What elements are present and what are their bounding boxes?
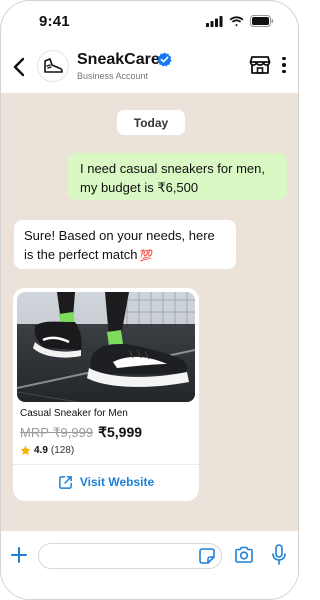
business-name[interactable]: SneakCare [77,51,160,69]
attach-button[interactable] [9,545,29,565]
outgoing-message-line2: my budget is ₹6,500 [80,179,199,195]
price-row: MRP ₹9,999 ₹5,999 [20,424,142,441]
sale-price: ₹5,999 [98,424,143,440]
incoming-message-line1: Sure! Based on your needs, here [24,228,215,243]
date-chip: Today [117,110,185,135]
business-subtitle: Business Account [77,71,149,81]
sticker-icon [199,548,215,564]
visit-website-button[interactable]: Visit Website [13,465,199,499]
plus-icon [11,547,27,563]
business-avatar[interactable] [37,50,69,82]
message-input[interactable] [38,543,222,569]
product-image[interactable] [17,292,195,402]
input-bar [1,531,298,599]
incoming-message[interactable]: Sure! Based on your needs, here is the p… [14,220,236,269]
status-bar: 9:41 [1,1,298,43]
more-vertical-icon [282,56,286,61]
mrp-price: MRP ₹9,999 [20,425,94,440]
chat-area[interactable]: Today I need casual sneakers for men, my… [1,93,298,531]
back-arrow-icon [13,57,25,77]
visit-website-label: Visit Website [79,475,155,489]
sneaker-logo-icon [44,58,63,73]
product-card[interactable]: Casual Sneaker for Men MRP ₹9,999 ₹5,999… [13,288,199,501]
sneaker-photo [17,292,195,402]
store-button[interactable] [249,54,271,76]
outgoing-message[interactable]: I need casual sneakers for men, my budge… [68,153,287,200]
product-title: Casual Sneaker for Men [20,408,128,419]
store-icon [249,56,271,74]
sticker-button[interactable] [198,547,216,565]
camera-icon [235,546,253,563]
status-icons [206,15,274,27]
outgoing-message-line1: I need casual sneakers for men, [80,161,265,176]
back-button[interactable] [10,55,28,79]
wifi-icon [229,15,244,27]
signal-icon [206,15,223,27]
status-time: 9:41 [39,13,70,30]
star-icon [20,445,31,455]
review-count: (128) [50,445,75,456]
camera-button[interactable] [234,546,254,564]
hundred-emoji: 💯 [139,249,154,262]
external-link-icon [59,475,72,489]
mic-icon [272,544,286,565]
incoming-message-line2: is the perfect match [24,246,138,262]
more-options-button[interactable] [279,54,289,76]
rating-value: 4.9 [34,445,48,456]
rating-row: 4.9 (128) [20,445,74,456]
verified-badge-icon [157,52,172,67]
battery-icon [250,15,274,27]
mic-button[interactable] [271,544,287,566]
phone-frame: 9:41 SneakCare Business Account Today I … [0,0,299,600]
chat-header: SneakCare Business Account [1,43,298,93]
